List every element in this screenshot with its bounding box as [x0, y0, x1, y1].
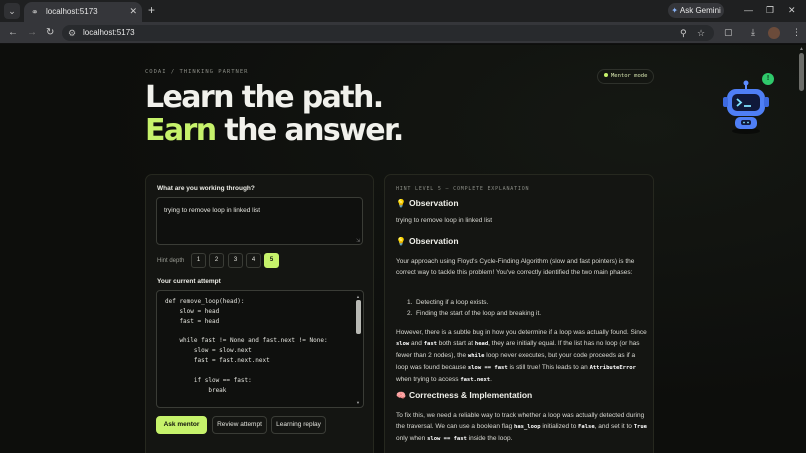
- mentor-mode-badge: Mentor mode: [597, 69, 655, 84]
- page-viewport: ▲ CODAI / THINKING PARTNER Mentor mode L…: [0, 45, 806, 453]
- gemini-label: Ask Gemini: [679, 6, 721, 15]
- hero-accent-word: Earn: [145, 113, 217, 148]
- hint-depth-option[interactable]: 3: [228, 253, 243, 268]
- close-icon[interactable]: ✕: [129, 5, 137, 17]
- phase-text: Detecting if a loop exists.: [416, 299, 489, 306]
- explanation-card: HINT LEVEL 5 — COMPLETE EXPLANATION 💡 Obs…: [384, 174, 654, 453]
- browser-tab[interactable]: ⚭ localhost:5173 ✕: [24, 2, 142, 22]
- observation-text: trying to remove loop in linked list: [396, 217, 493, 224]
- reload-icon[interactable]: ↻: [46, 26, 54, 39]
- gemini-spark-icon: ✦: [671, 6, 678, 15]
- hero-headline-line1: Learn the path.: [145, 80, 384, 115]
- mentor-mode-label: Mentor mode: [611, 73, 648, 79]
- approach-paragraph: Your approach using Floyd's Cycle-Findin…: [396, 258, 635, 276]
- hero-headline-line2: Earn the answer.: [145, 113, 404, 148]
- scroll-down-icon[interactable]: ▼: [356, 400, 360, 405]
- minimize-icon[interactable]: —: [744, 3, 753, 17]
- kebab-menu-icon[interactable]: ⋮: [792, 26, 801, 39]
- tab-search-button[interactable]: ⌄: [4, 3, 20, 19]
- code-line: fast = head: [165, 318, 220, 325]
- correctness-title: Correctness & Implementation: [408, 390, 533, 400]
- mentor-robot-icon[interactable]: [722, 80, 770, 136]
- correctness-heading: 🧠 Correctness & Implementation: [396, 390, 532, 400]
- observation-title: Observation: [408, 198, 459, 208]
- forward-arrow-icon[interactable]: →: [27, 26, 37, 39]
- review-attempt-button[interactable]: Review attempt: [212, 416, 267, 434]
- url-text: localhost:5173: [83, 28, 135, 37]
- bookmark-star-icon[interactable]: ☆: [697, 27, 705, 39]
- hint-depth-option[interactable]: 2: [209, 253, 224, 268]
- brain-icon: 🧠: [396, 391, 406, 400]
- learning-replay-button[interactable]: Learning replay: [271, 416, 326, 434]
- code-line: def remove_loop(head):: [165, 298, 245, 305]
- browser-tab-strip: ⌄ ⚭ localhost:5173 ✕ + ✦ Ask Gemini — ❐ ✕: [0, 0, 806, 22]
- window-close-icon[interactable]: ✕: [788, 3, 796, 17]
- attempt-form-card: What are you working through? trying to …: [145, 174, 374, 453]
- hint-level-heading: HINT LEVEL 5 — COMPLETE EXPLANATION: [396, 186, 530, 192]
- code-line: while fast != None and fast.next != None…: [165, 337, 328, 344]
- notification-badge[interactable]: !: [762, 73, 774, 85]
- code-line: break: [165, 387, 227, 394]
- question-label: What are you working through?: [157, 185, 255, 192]
- observation-title: Observation: [408, 236, 459, 246]
- hint-depth-option[interactable]: 4: [246, 253, 261, 268]
- lightbulb-icon: 💡: [396, 199, 406, 208]
- back-arrow-icon[interactable]: ←: [8, 26, 18, 39]
- hint-depth-option-selected[interactable]: 5: [264, 253, 279, 268]
- status-dot-icon: [604, 73, 608, 77]
- lightbulb-icon: 💡: [396, 237, 406, 246]
- code-scroll-thumb[interactable]: [356, 300, 361, 334]
- code-line: fast = fast.next.next: [165, 357, 270, 364]
- new-tab-button[interactable]: +: [148, 3, 155, 17]
- address-bar[interactable]: ⚙ localhost:5173 ⚲ ☆: [62, 25, 714, 41]
- ask-gemini-button[interactable]: ✦ Ask Gemini: [668, 3, 724, 18]
- hero-line2-rest: the answer.: [215, 113, 404, 148]
- ask-mentor-button[interactable]: Ask mentor: [156, 416, 207, 434]
- brand-kicker: CODAI / THINKING PARTNER: [145, 69, 249, 75]
- zoom-icon[interactable]: ⚲: [680, 27, 687, 39]
- code-editor[interactable]: def remove_loop(head): slow = head fast …: [156, 290, 364, 408]
- code-line: slow = slow.next: [165, 347, 252, 354]
- list-item: 1. Detecting if a loop exists.: [407, 299, 489, 306]
- profile-avatar[interactable]: [768, 27, 780, 39]
- scroll-up-icon[interactable]: ▲: [356, 294, 360, 299]
- tab-title: localhost:5173: [46, 7, 98, 16]
- list-item: 2. Finding the start of the loop and bre…: [407, 310, 542, 317]
- observation-heading: 💡 Observation: [396, 198, 459, 208]
- download-icon[interactable]: ⤓: [751, 26, 755, 39]
- restore-icon[interactable]: ❐: [766, 3, 774, 17]
- question-textarea[interactable]: trying to remove loop in linked list: [156, 197, 363, 245]
- browser-toolbar: ← → ↻ ⚙ localhost:5173 ⚲ ☆ ▢ ⤓ ⋮: [0, 22, 806, 44]
- code-line: slow = head: [165, 308, 220, 315]
- globe-icon: ⚭: [31, 7, 39, 17]
- code-scrollbar[interactable]: ▲ ▼: [356, 294, 361, 405]
- page-scrollbar[interactable]: [799, 53, 804, 91]
- observation-heading: 💡 Observation: [396, 236, 459, 246]
- bug-paragraph: However, there is a subtle bug in how yo…: [396, 329, 647, 383]
- site-info-icon[interactable]: ⚙: [68, 27, 76, 39]
- code-line: if slow == fast:: [165, 377, 252, 384]
- fix-paragraph: To fix this, we need a reliable way to t…: [396, 412, 647, 442]
- hint-depth-option[interactable]: 1: [191, 253, 206, 268]
- hint-depth-label: Hint depth: [157, 258, 185, 264]
- attempt-label: Your current attempt: [157, 278, 221, 285]
- page-scroll-up-icon[interactable]: ▲: [799, 46, 804, 52]
- phase-text: Finding the start of the loop and breaki…: [416, 310, 542, 317]
- extensions-icon[interactable]: ▢: [724, 26, 733, 39]
